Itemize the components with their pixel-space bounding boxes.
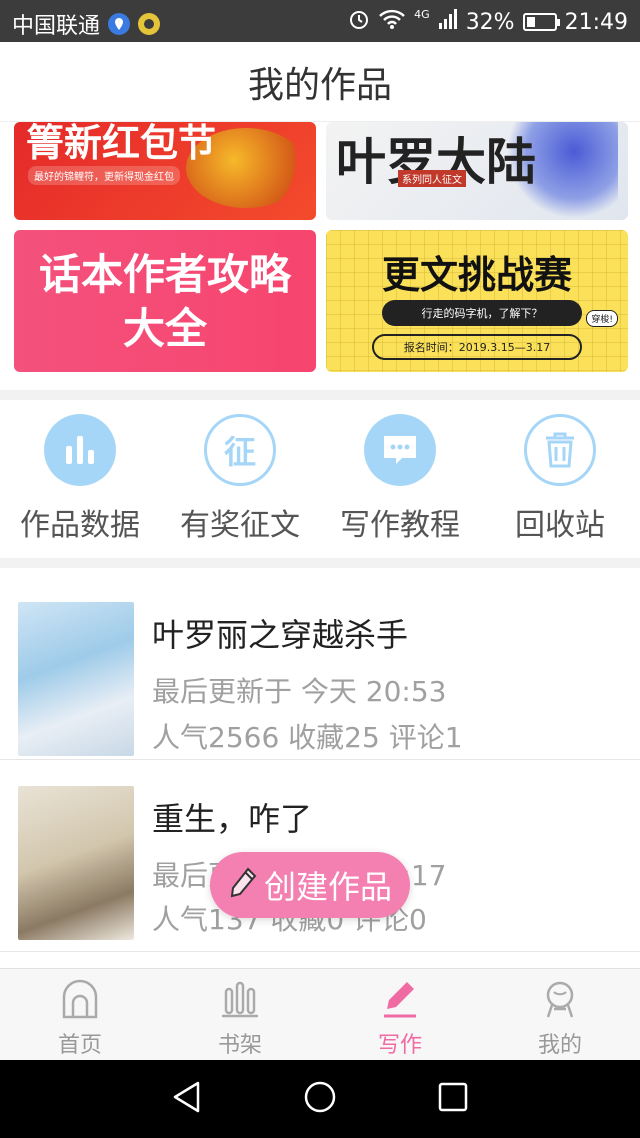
pen-icon bbox=[380, 979, 420, 1023]
signal-icon bbox=[438, 8, 458, 36]
contest-icon: 征 bbox=[204, 414, 276, 486]
list-item[interactable]: 叶罗丽之穿越杀手 最后更新于 今天 20:53 人气2566 收藏25 评论1 bbox=[0, 568, 640, 760]
tab-label: 书架 bbox=[217, 1033, 262, 1058]
wifi-icon bbox=[378, 8, 406, 36]
banner-date: 报名时间：2019.3.15—3.17 bbox=[372, 334, 582, 360]
battery-icon bbox=[522, 13, 560, 31]
alarm-icon bbox=[348, 8, 370, 36]
network-type-label: 4G bbox=[414, 8, 430, 21]
banner-title-line2: 大全 bbox=[122, 304, 207, 353]
chat-bubble-icon bbox=[364, 414, 436, 486]
banner-fanfic-contest[interactable]: 叶罗大陆 系列同人征文 bbox=[326, 122, 628, 220]
tab-home[interactable]: 首页 bbox=[0, 969, 160, 1060]
quick-item-label: 有奖征文 bbox=[180, 508, 300, 543]
page-title: 我的作品 bbox=[247, 64, 392, 106]
tab-profile[interactable]: 我的 bbox=[480, 969, 640, 1060]
tab-label: 写作 bbox=[377, 1033, 422, 1058]
back-icon[interactable] bbox=[170, 1080, 204, 1118]
section-divider bbox=[0, 390, 640, 400]
quick-item-label: 作品数据 bbox=[20, 508, 140, 543]
bar-chart-icon bbox=[44, 414, 116, 486]
quick-item-recycle-bin[interactable]: 回收站 bbox=[480, 400, 640, 558]
banner-tag: 穿梭! bbox=[586, 310, 618, 327]
banner-title-line1: 话本作者攻略 bbox=[38, 250, 291, 299]
quick-item-tutorial[interactable]: 写作教程 bbox=[320, 400, 480, 558]
clock: 21:49 bbox=[564, 9, 628, 35]
quick-item-contest[interactable]: 征 有奖征文 bbox=[160, 400, 320, 558]
tab-write[interactable]: 写作 bbox=[320, 969, 480, 1060]
trash-icon bbox=[524, 414, 596, 486]
bottom-tab-bar: 首页 书架 写作 我的 bbox=[0, 968, 640, 1060]
book-cover bbox=[18, 602, 134, 756]
create-work-button[interactable]: 创建作品 bbox=[210, 852, 410, 918]
carrier-label: 中国联通 bbox=[12, 14, 101, 39]
work-updated: 最后更新于 今天 20:53 bbox=[152, 675, 447, 708]
battery-percent: 32% bbox=[465, 9, 515, 35]
quick-item-label: 回收站 bbox=[515, 508, 605, 543]
tab-bookshelf[interactable]: 书架 bbox=[160, 969, 320, 1060]
home-circle-icon[interactable] bbox=[303, 1080, 337, 1118]
quick-item-label: 写作教程 bbox=[340, 508, 460, 543]
banner-red-packet[interactable]: 箐新红包节 最好的锦鲤符，更新得现金红包 bbox=[14, 122, 316, 220]
banner-pill: 行走的码字机，了解下？ bbox=[382, 300, 582, 326]
profile-icon bbox=[540, 979, 580, 1023]
home-icon bbox=[60, 979, 100, 1023]
banner-author-guide[interactable]: 话本作者攻略 大全 bbox=[14, 230, 316, 372]
tab-label: 首页 bbox=[57, 1033, 102, 1058]
tab-label: 我的 bbox=[537, 1033, 582, 1058]
quick-menu: 作品数据 征 有奖征文 写作教程 回收站 bbox=[0, 400, 640, 558]
banner-update-challenge[interactable]: 更文挑战赛 行走的码字机，了解下？ 报名时间：2019.3.15—3.17 穿梭… bbox=[326, 230, 628, 372]
work-title: 重生，咋了 bbox=[152, 800, 313, 838]
recents-icon[interactable] bbox=[436, 1080, 470, 1118]
status-bar: 中国联通 4G 32% 21:49 bbox=[0, 0, 640, 42]
banner-grid: 箐新红包节 最好的锦鲤符，更新得现金红包 叶罗大陆 系列同人征文 话本作者攻略 … bbox=[0, 122, 640, 390]
banner-subtitle: 最好的锦鲤符，更新得现金红包 bbox=[28, 166, 180, 185]
bookshelf-icon bbox=[220, 979, 260, 1023]
page-header: 我的作品 bbox=[0, 42, 640, 122]
work-title: 叶罗丽之穿越杀手 bbox=[152, 616, 409, 654]
pencil-icon bbox=[228, 866, 258, 904]
banner-title: 更文挑战赛 bbox=[381, 253, 572, 297]
system-nav-bar bbox=[0, 1060, 640, 1138]
banner-subtitle: 系列同人征文 bbox=[398, 170, 466, 187]
quick-item-work-data[interactable]: 作品数据 bbox=[0, 400, 160, 558]
app-notification-icon bbox=[138, 13, 161, 35]
banner-title: 箐新红包节 bbox=[26, 122, 217, 165]
create-work-label: 创建作品 bbox=[263, 868, 392, 906]
work-stats: 人气2566 收藏25 评论1 bbox=[152, 721, 463, 754]
book-cover bbox=[18, 786, 134, 940]
section-divider bbox=[0, 558, 640, 568]
location-icon bbox=[108, 13, 131, 35]
